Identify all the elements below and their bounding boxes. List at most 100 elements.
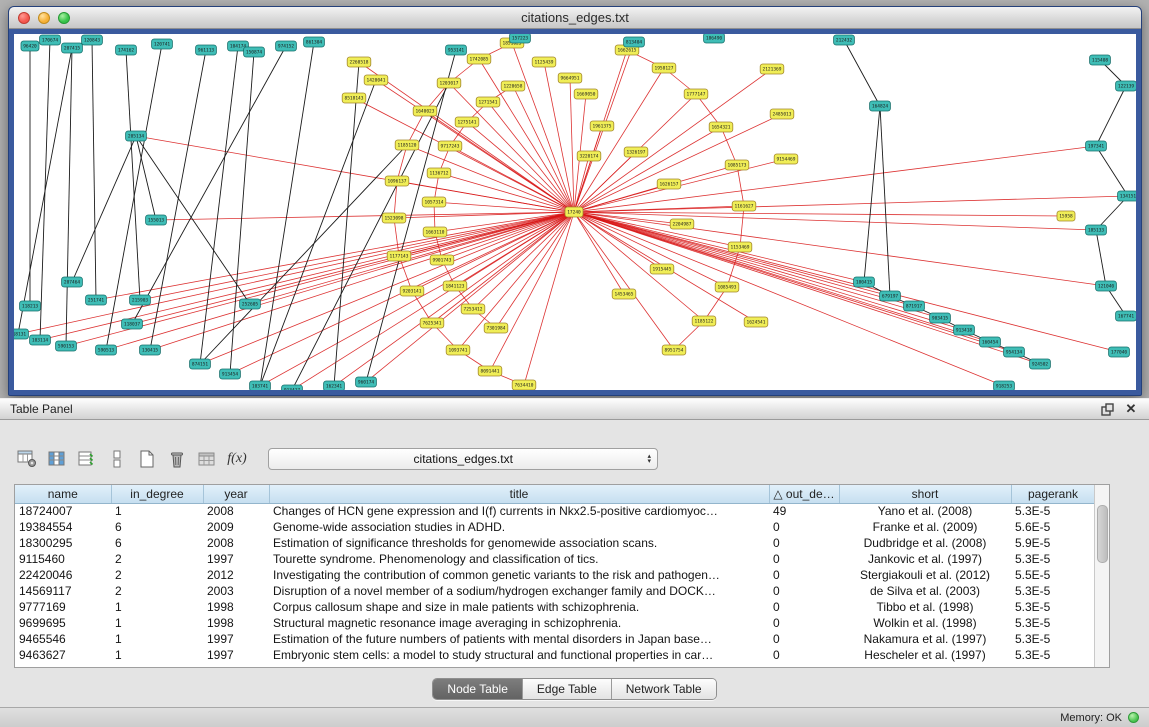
network-edge[interactable]: [1096, 86, 1126, 146]
network-node[interactable]: 1185122: [692, 316, 716, 326]
network-node[interactable]: 174162: [116, 45, 137, 55]
network-node[interactable]: 9154469: [774, 154, 798, 164]
network-node[interactable]: 130415: [140, 345, 161, 355]
column-header-name[interactable]: name: [15, 485, 111, 503]
network-edge[interactable]: [18, 212, 574, 334]
network-node[interactable]: 118037: [122, 319, 143, 329]
network-node[interactable]: 160454: [980, 337, 1001, 347]
network-node[interactable]: 121040: [1096, 281, 1117, 291]
cell-in_degree[interactable]: 1: [111, 503, 203, 519]
cell-name[interactable]: 9115460: [15, 551, 111, 567]
network-edge[interactable]: [156, 212, 574, 220]
network-edge[interactable]: [467, 122, 574, 212]
cell-out_degree[interactable]: 0: [769, 583, 839, 599]
network-node[interactable]: 162341: [324, 381, 345, 390]
cell-pagerank[interactable]: 5.3E-5: [1011, 551, 1095, 567]
network-node[interactable]: 1136712: [427, 168, 451, 178]
cell-year[interactable]: 1998: [203, 615, 269, 631]
network-node[interactable]: 15958: [1057, 211, 1075, 221]
network-node[interactable]: 150874: [244, 47, 265, 57]
network-node[interactable]: 1626157: [657, 179, 681, 189]
table-row[interactable]: 1872400712008Changes of HCN gene express…: [15, 503, 1095, 519]
network-node[interactable]: 1203017: [437, 78, 461, 88]
cell-year[interactable]: 1997: [203, 631, 269, 647]
network-node[interactable]: 1663110: [423, 227, 447, 237]
network-node[interactable]: 1453465: [612, 289, 636, 299]
cell-name[interactable]: 18724007: [15, 503, 111, 519]
table-row[interactable]: 911546021997Tourette syndrome. Phenomeno…: [15, 551, 1095, 567]
network-node[interactable]: 1275141: [455, 117, 479, 127]
cell-title[interactable]: Embryonic stem cells: a model to study s…: [269, 647, 769, 663]
table-row[interactable]: 1938455462009Genome-wide association stu…: [15, 519, 1095, 535]
cell-in_degree[interactable]: 1: [111, 631, 203, 647]
network-node[interactable]: 1085493: [715, 282, 739, 292]
tab-node-table[interactable]: Node Table: [433, 679, 523, 699]
network-edge[interactable]: [18, 48, 72, 334]
network-node[interactable]: 207415: [62, 43, 83, 53]
table-row[interactable]: 946554611997Estimation of the future num…: [15, 631, 1095, 647]
network-node[interactable]: 134151: [1118, 191, 1136, 201]
network-node[interactable]: 2204987: [670, 219, 694, 229]
network-edge[interactable]: [92, 40, 96, 300]
function-builder-icon[interactable]: f(x): [224, 447, 250, 471]
cell-pagerank[interactable]: 5.3E-5: [1011, 631, 1095, 647]
network-node[interactable]: 2485013: [770, 109, 794, 119]
network-edge[interactable]: [740, 206, 744, 247]
cell-short[interactable]: Nakamura et al. (1997): [839, 631, 1011, 647]
network-node[interactable]: 1958127: [652, 63, 676, 73]
network-node[interactable]: 197341: [1086, 141, 1107, 151]
network-node[interactable]: 186490: [704, 34, 725, 43]
cell-short[interactable]: de Silva et al. (2003): [839, 583, 1011, 599]
network-node[interactable]: 9664951: [558, 73, 582, 83]
cell-title[interactable]: Disruption of a novel member of a sodium…: [269, 583, 769, 599]
cell-name[interactable]: 9465546: [15, 631, 111, 647]
cell-in_degree[interactable]: 2: [111, 583, 203, 599]
network-edge[interactable]: [721, 127, 737, 165]
network-node[interactable]: 8518143: [342, 93, 366, 103]
network-node[interactable]: 103114: [30, 335, 51, 345]
network-node[interactable]: 1220658: [501, 81, 525, 91]
network-node[interactable]: 118213: [20, 301, 41, 311]
network-node[interactable]: 590153: [56, 341, 77, 351]
cell-year[interactable]: 2003: [203, 583, 269, 599]
network-node[interactable]: 679197: [880, 291, 901, 301]
network-node[interactable]: 1654321: [709, 122, 733, 132]
vertical-scrollbar[interactable]: [1094, 485, 1109, 667]
cell-name[interactable]: 9699695: [15, 615, 111, 631]
network-node[interactable]: 115408: [1090, 55, 1111, 65]
network-edge[interactable]: [574, 196, 1128, 212]
cell-name[interactable]: 14569117: [15, 583, 111, 599]
cell-title[interactable]: Structural magnetic resonance image aver…: [269, 615, 769, 631]
cell-short[interactable]: Stergiakouli et al. (2012): [839, 567, 1011, 583]
network-node[interactable]: 2260518: [347, 57, 371, 67]
table-row[interactable]: 1456911722003Disruption of a novel membe…: [15, 583, 1095, 599]
cell-out_degree[interactable]: 0: [769, 567, 839, 583]
network-node[interactable]: 185133: [1086, 225, 1107, 235]
network-node[interactable]: 1742085: [467, 54, 491, 64]
cell-out_degree[interactable]: 0: [769, 551, 839, 567]
network-node[interactable]: 8951754: [662, 345, 686, 355]
network-node[interactable]: 215903: [130, 295, 151, 305]
cell-options-icon[interactable]: [104, 447, 130, 471]
network-node[interactable]: 164824: [870, 101, 891, 111]
cell-year[interactable]: 1997: [203, 647, 269, 663]
network-node[interactable]: 205134: [126, 131, 147, 141]
network-edge[interactable]: [260, 42, 314, 386]
network-node[interactable]: 177040: [1109, 347, 1130, 357]
network-edge[interactable]: [574, 212, 1004, 386]
network-node[interactable]: 9203141: [400, 286, 424, 296]
table-row[interactable]: 977716911998Corpus callosum shape and si…: [15, 599, 1095, 615]
network-node[interactable]: 1177143: [387, 251, 411, 261]
network-canvas[interactable]: 1724018510231742085120301716400231185120…: [14, 34, 1136, 390]
network-node[interactable]: 122139: [1116, 81, 1136, 91]
network-edge[interactable]: [574, 212, 964, 330]
network-node[interactable]: 1624541: [744, 317, 768, 327]
network-edge[interactable]: [354, 98, 574, 212]
cell-year[interactable]: 2012: [203, 567, 269, 583]
network-node[interactable]: 7625341: [420, 318, 444, 328]
network-node[interactable]: 913418: [954, 325, 975, 335]
cell-title[interactable]: Investigating the contribution of common…: [269, 567, 769, 583]
network-node[interactable]: 913417: [282, 385, 303, 390]
network-svg[interactable]: 1724018510231742085120301716400231185120…: [14, 34, 1136, 390]
network-edge[interactable]: [200, 145, 407, 364]
